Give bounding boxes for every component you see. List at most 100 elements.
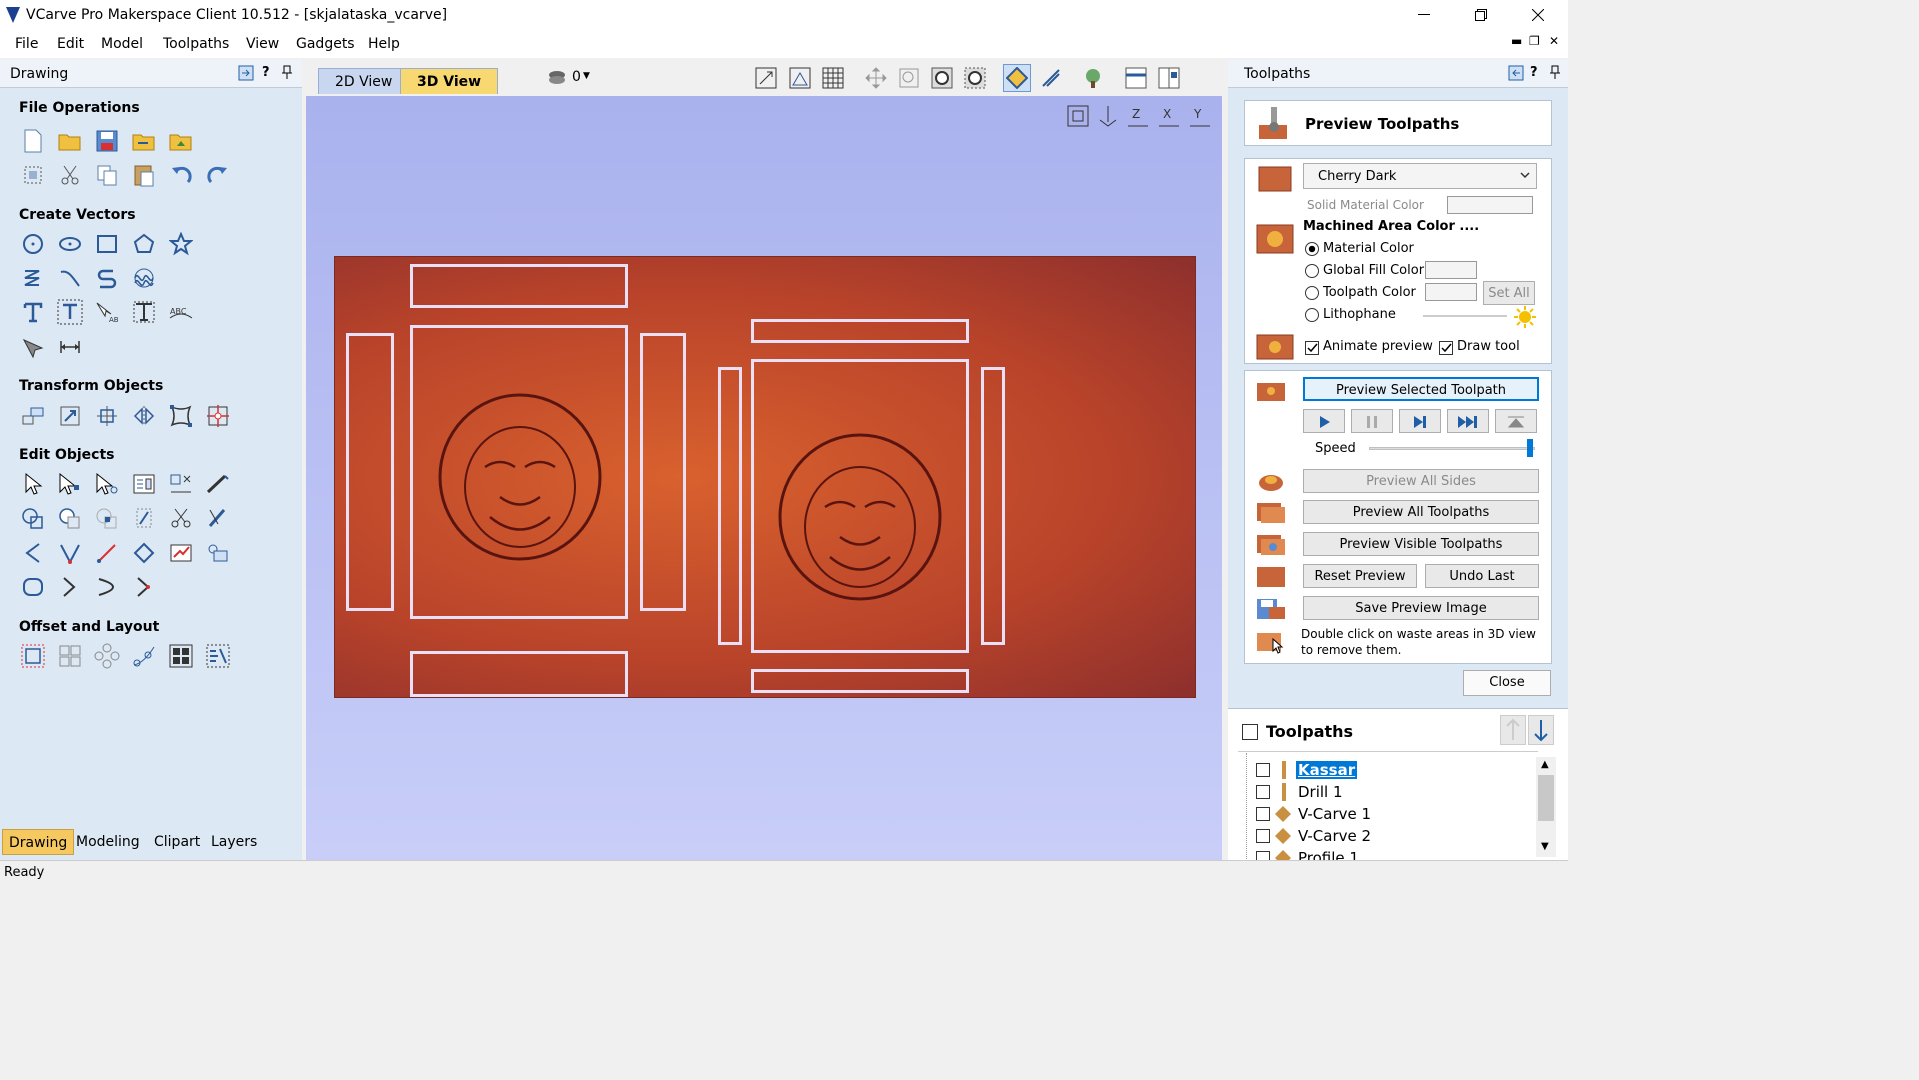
- view-iso-icon[interactable]: [1064, 102, 1092, 130]
- zoom-in-icon[interactable]: [928, 64, 956, 92]
- rounded-rect-icon[interactable]: [19, 573, 47, 601]
- set-all-button[interactable]: Set All: [1483, 281, 1535, 305]
- preview-selected-toolpath-button[interactable]: Preview Selected Toolpath: [1303, 377, 1539, 401]
- corner-icon[interactable]: [130, 573, 158, 601]
- tab-2d-view[interactable]: 2D View: [318, 68, 410, 94]
- cut-icon[interactable]: [56, 161, 84, 189]
- mdi-minimize-icon[interactable]: ▬: [1511, 34, 1522, 48]
- help-icon[interactable]: ?: [1530, 65, 1538, 80]
- arc-right-icon[interactable]: [93, 573, 121, 601]
- zoom-extents-icon[interactable]: [752, 64, 780, 92]
- node-edit-icon[interactable]: [56, 470, 84, 498]
- interactive-select-icon[interactable]: [93, 470, 121, 498]
- toolpath-checkbox[interactable]: [1256, 829, 1270, 843]
- draw-dimensions-icon[interactable]: [56, 333, 84, 361]
- set-size-icon[interactable]: [56, 402, 84, 430]
- tab-layers[interactable]: Layers: [205, 829, 263, 855]
- panel-autohide-icon[interactable]: [238, 65, 254, 81]
- auto-nest-icon[interactable]: [204, 642, 232, 670]
- menu-help[interactable]: Help: [368, 36, 400, 52]
- preview-all-toolpaths-button[interactable]: Preview All Toolpaths: [1303, 500, 1539, 524]
- solid-material-color-swatch[interactable]: [1447, 196, 1533, 214]
- toolpath-checkbox[interactable]: [1256, 807, 1270, 821]
- copy-icon[interactable]: [93, 161, 121, 189]
- mdi-restore-icon[interactable]: ❐: [1529, 34, 1540, 48]
- layers-icon[interactable]: [548, 70, 566, 86]
- chevron-right-icon[interactable]: [56, 573, 84, 601]
- selection-dialog-icon[interactable]: [130, 470, 158, 498]
- edit-nodes-icon[interactable]: [167, 539, 195, 567]
- dimension-icon[interactable]: [19, 333, 47, 361]
- join-vectors-icon[interactable]: [56, 539, 84, 567]
- radio-toolpath-color[interactable]: [1305, 286, 1319, 300]
- menu-view[interactable]: View: [246, 36, 279, 52]
- toolpath-color-swatch[interactable]: [1425, 283, 1477, 301]
- save-preview-image-button[interactable]: Save Preview Image: [1303, 596, 1539, 620]
- toolpath-item[interactable]: Drill 1: [1298, 783, 1343, 801]
- skip-to-end-button[interactable]: [1447, 409, 1489, 433]
- fit-curves-icon[interactable]: [130, 264, 158, 292]
- smooth-icon[interactable]: [130, 539, 158, 567]
- scroll-up-icon[interactable]: ▲: [1541, 759, 1549, 770]
- draw-ellipse-icon[interactable]: [56, 230, 84, 258]
- preview-visible-toolpaths-button[interactable]: Preview Visible Toolpaths: [1303, 532, 1539, 556]
- view-z-icon[interactable]: Z: [1124, 102, 1152, 130]
- list-scrollbar[interactable]: ▲ ▼: [1536, 757, 1556, 857]
- mirror-icon[interactable]: [130, 402, 158, 430]
- scroll-down-icon[interactable]: ▼: [1541, 841, 1549, 852]
- job-setup-icon[interactable]: [19, 161, 47, 189]
- fillet-icon[interactable]: [130, 504, 158, 532]
- animate-preview-checkbox[interactable]: [1305, 341, 1319, 355]
- pin-icon[interactable]: [1550, 65, 1560, 79]
- align-selected-icon[interactable]: [167, 470, 195, 498]
- draw-polygon-icon[interactable]: [130, 230, 158, 258]
- new-file-icon[interactable]: [19, 127, 47, 155]
- layer-count[interactable]: 0: [572, 69, 581, 85]
- speed-slider[interactable]: [1369, 447, 1535, 450]
- close-window-button[interactable]: [1510, 0, 1566, 30]
- preview-all-sides-button[interactable]: Preview All Sides: [1303, 469, 1539, 493]
- extend-icon[interactable]: [204, 504, 232, 532]
- paste-icon[interactable]: [130, 161, 158, 189]
- tab-modeling[interactable]: Modeling: [70, 829, 146, 855]
- nesting-icon[interactable]: [167, 642, 195, 670]
- help-icon[interactable]: ?: [262, 65, 270, 80]
- trim-icon[interactable]: [167, 504, 195, 532]
- tab-drawing[interactable]: Drawing: [2, 829, 75, 855]
- measure-icon[interactable]: [204, 470, 232, 498]
- subtract-icon[interactable]: [56, 504, 84, 532]
- fit-view-icon[interactable]: [786, 64, 814, 92]
- grid-icon[interactable]: [819, 64, 847, 92]
- draw-tool-checkbox[interactable]: [1439, 341, 1453, 355]
- undo-last-button[interactable]: Undo Last: [1425, 564, 1539, 588]
- mdi-close-icon[interactable]: ✕: [1549, 34, 1559, 48]
- menu-toolpaths[interactable]: Toolpaths: [163, 36, 229, 52]
- draw-curve-icon[interactable]: [56, 264, 84, 292]
- weld-icon[interactable]: [19, 504, 47, 532]
- radio-material-color[interactable]: [1305, 242, 1319, 256]
- close-button[interactable]: Close: [1463, 670, 1551, 696]
- draw-text-icon[interactable]: [19, 298, 47, 326]
- chevron-down-icon[interactable]: ▼: [583, 71, 590, 81]
- select-icon[interactable]: [19, 470, 47, 498]
- draw-circle-icon[interactable]: [19, 230, 47, 258]
- toolpath-item[interactable]: Kassar: [1296, 761, 1358, 779]
- move-down-button[interactable]: [1528, 715, 1554, 745]
- close-vectors-icon[interactable]: [93, 539, 121, 567]
- pan-icon[interactable]: [862, 64, 890, 92]
- intersect-icon[interactable]: [93, 504, 121, 532]
- tab-3d-view[interactable]: 3D View: [400, 68, 499, 94]
- import-vectors-icon[interactable]: [130, 127, 158, 155]
- open-file-icon[interactable]: [56, 127, 84, 155]
- step-forward-button[interactable]: [1399, 409, 1441, 433]
- toggle-vectors-icon[interactable]: [1037, 64, 1065, 92]
- toolpath-item[interactable]: V-Carve 1: [1298, 805, 1371, 823]
- text-edit-icon[interactable]: [130, 298, 158, 326]
- split-vertical-icon[interactable]: [1155, 64, 1183, 92]
- layout-copies-icon[interactable]: [204, 539, 232, 567]
- radio-lithophane[interactable]: [1305, 308, 1319, 322]
- menu-edit[interactable]: Edit: [57, 36, 84, 52]
- pause-button[interactable]: [1351, 409, 1393, 433]
- redo-icon[interactable]: [204, 161, 232, 189]
- zoom-out-icon[interactable]: [961, 64, 989, 92]
